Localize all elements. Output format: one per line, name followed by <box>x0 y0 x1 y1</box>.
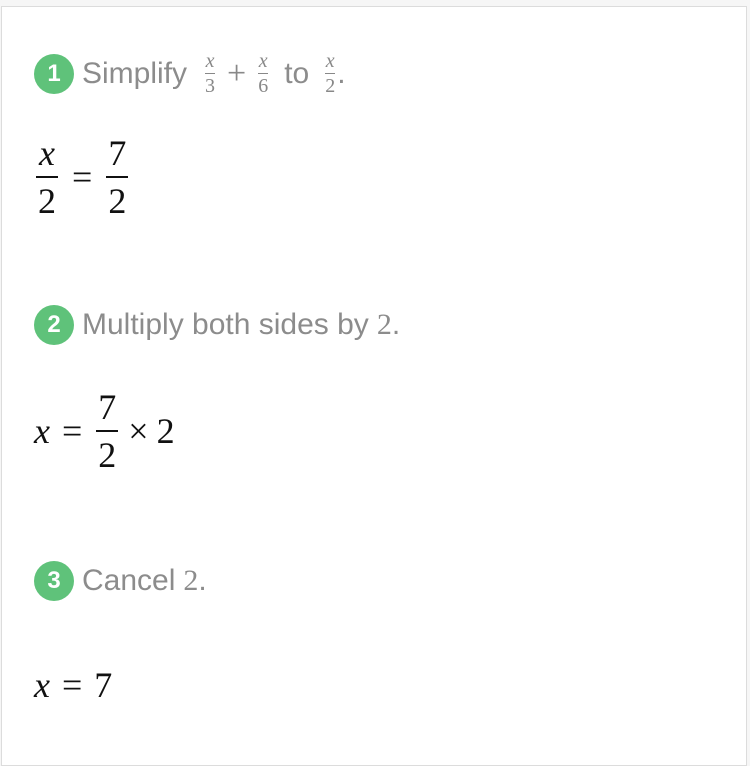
variable-x: x <box>34 411 50 451</box>
rhs-fraction: 7 2 <box>96 387 119 475</box>
step-number-badge: 2 <box>34 305 74 345</box>
fraction-x-over-3: x 3 <box>205 50 216 97</box>
equals-sign: = <box>61 411 83 451</box>
step-instruction-text: Simplify <box>82 56 188 90</box>
rhs-fraction: 7 2 <box>106 133 129 221</box>
factor: 2 <box>156 411 175 451</box>
result-value: 7 <box>94 665 113 705</box>
step-instruction-text: Cancel <box>82 564 176 597</box>
equals-sign: = <box>61 665 83 705</box>
solution-card <box>1 6 747 766</box>
plus-operator: + <box>227 54 247 92</box>
period: . <box>337 56 346 90</box>
equals-sign: = <box>72 157 93 197</box>
step-1-equation: x 2 = 7 2 <box>34 134 130 220</box>
step-instruction-value: 2 <box>376 308 392 341</box>
step-3-equation: x = 7 <box>34 664 112 706</box>
step-2-header: 2 Multiply both sides by 2 . <box>34 305 400 345</box>
step-2-equation: x = 7 2 × 2 <box>34 388 175 474</box>
fraction-x-over-2: x 2 <box>325 50 336 97</box>
step-instruction-value: 2 <box>183 564 199 597</box>
step-3-header: 3 Cancel 2 . <box>34 561 207 601</box>
times-operator: × <box>128 411 149 451</box>
fraction-x-over-6: x 6 <box>258 50 269 97</box>
connector-word: to <box>284 56 310 90</box>
lhs-fraction: x 2 <box>36 133 58 221</box>
variable-x: x <box>34 665 50 705</box>
step-instruction-text: Multiply both sides by <box>82 308 369 341</box>
period: . <box>391 308 401 341</box>
step-number-badge: 3 <box>34 561 74 601</box>
step-number-badge: 1 <box>34 53 74 94</box>
step-1-header: 1 Simplify x 3 + x 6 to x 2 . <box>34 51 346 96</box>
period: . <box>198 564 207 597</box>
